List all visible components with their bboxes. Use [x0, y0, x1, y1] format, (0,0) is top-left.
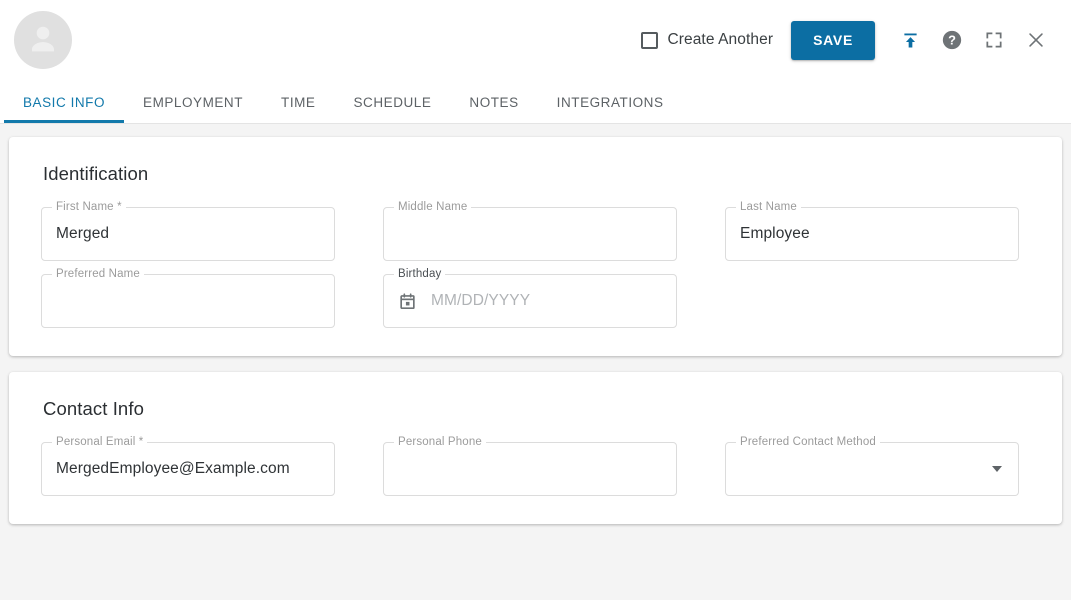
card-title: Contact Info [43, 398, 144, 419]
publish-upload-icon [903, 33, 917, 47]
field-value-personal-email: MergedEmployee@Example.com [56, 460, 290, 477]
field-row: Preferred Name Birthday MM/DD/YYYY [41, 268, 1030, 328]
card-identification: Identification First Name * Merged Middle N… [9, 137, 1062, 356]
field-wrap-birthday: Birthday MM/DD/YYYY [383, 268, 677, 328]
page-header: Create Another SAVE ? [0, 0, 1071, 80]
close-button[interactable] [1015, 19, 1057, 61]
input-personal-email[interactable]: Personal Email * MergedEmployee@Example.c… [41, 436, 335, 496]
field-label-text: Birthday [398, 268, 442, 280]
person-avatar-icon [31, 26, 55, 52]
help-button[interactable]: ? [931, 19, 973, 61]
field-label-middle-name: Middle Name [394, 201, 472, 214]
create-another-checkbox[interactable]: Create Another [641, 31, 774, 49]
field-label-text: Middle Name [398, 201, 468, 213]
save-button[interactable]: SAVE [791, 20, 875, 60]
header-actions: Create Another SAVE ? [641, 19, 1057, 61]
required-asterisk: * [113, 201, 122, 213]
card-title: Identification [43, 163, 149, 184]
fullscreen-expand-icon [986, 32, 1002, 48]
main-content: Identification First Name * Merged Middle N… [0, 124, 1071, 600]
chevron-down-icon[interactable] [992, 466, 1002, 472]
field-label-text: Preferred Name [56, 268, 140, 280]
field-value-first-name: Merged [56, 225, 110, 242]
tab-time[interactable]: TIME [262, 95, 334, 123]
help-circle-icon: ? [942, 30, 962, 50]
fullscreen-button[interactable] [973, 19, 1015, 61]
field-value-last-name: Employee [740, 225, 810, 242]
select-preferred-contact-method[interactable]: Preferred Contact Method [725, 436, 1019, 496]
field-wrap-last-name: Last Name Employee [725, 201, 1019, 261]
field-label-text: Last Name [740, 201, 797, 213]
field-label-preferred-name: Preferred Name [52, 268, 144, 281]
field-label-preferred-contact-method: Preferred Contact Method [736, 436, 880, 449]
tab-employment[interactable]: EMPLOYMENT [124, 95, 262, 123]
tab-bar: BASIC INFO EMPLOYMENT TIME SCHEDULE NOTES INT… [0, 80, 1071, 124]
field-wrap-middle-name: Middle Name [383, 201, 677, 261]
input-first-name[interactable]: First Name * Merged [41, 201, 335, 261]
close-x-icon [1029, 33, 1043, 47]
input-birthday[interactable]: Birthday MM/DD/YYYY [383, 268, 677, 328]
field-label-text: Personal Phone [398, 436, 482, 448]
tab-basic-info[interactable]: BASIC INFO [4, 95, 125, 123]
field-label-personal-phone: Personal Phone [394, 436, 486, 449]
field-label-text: Personal Email [56, 436, 136, 448]
field-row: Personal Email * MergedEmployee@Example.c… [41, 436, 1030, 496]
calendar-icon[interactable] [398, 292, 417, 311]
svg-text:?: ? [948, 33, 956, 48]
field-label-personal-email: Personal Email * [52, 436, 148, 449]
create-another-label: Create Another [667, 31, 774, 49]
input-preferred-name[interactable]: Preferred Name [41, 268, 335, 328]
field-wrap-preferred-name: Preferred Name [41, 268, 335, 328]
required-asterisk: * [135, 436, 144, 448]
field-wrap-preferred-contact-method: Preferred Contact Method [725, 436, 1019, 496]
field-label-last-name: Last Name [736, 201, 801, 214]
upload-button[interactable] [889, 19, 931, 61]
card-contact-info: Contact Info Personal Email * MergedEmploy… [9, 372, 1062, 524]
input-personal-phone[interactable]: Personal Phone [383, 436, 677, 496]
tab-notes[interactable]: NOTES [450, 95, 537, 123]
tab-integrations[interactable]: INTEGRATIONS [538, 95, 683, 123]
field-wrap-personal-phone: Personal Phone [383, 436, 677, 496]
input-middle-name[interactable]: Middle Name [383, 201, 677, 261]
tab-schedule[interactable]: SCHEDULE [334, 95, 450, 123]
field-row: First Name * Merged Middle Name Last Name Em… [41, 201, 1030, 261]
field-label-birthday: Birthday [394, 268, 446, 281]
field-label-text: First Name [56, 201, 114, 213]
field-label-text: Preferred Contact Method [740, 436, 876, 448]
checkbox-box[interactable] [641, 31, 659, 49]
field-value-birthday: MM/DD/YYYY [431, 292, 531, 309]
avatar[interactable] [14, 11, 72, 69]
field-label-first-name: First Name * [52, 201, 126, 214]
field-wrap-first-name: First Name * Merged [41, 201, 335, 261]
field-wrap-personal-email: Personal Email * MergedEmployee@Example.c… [41, 436, 335, 496]
input-last-name[interactable]: Last Name Employee [725, 201, 1019, 261]
